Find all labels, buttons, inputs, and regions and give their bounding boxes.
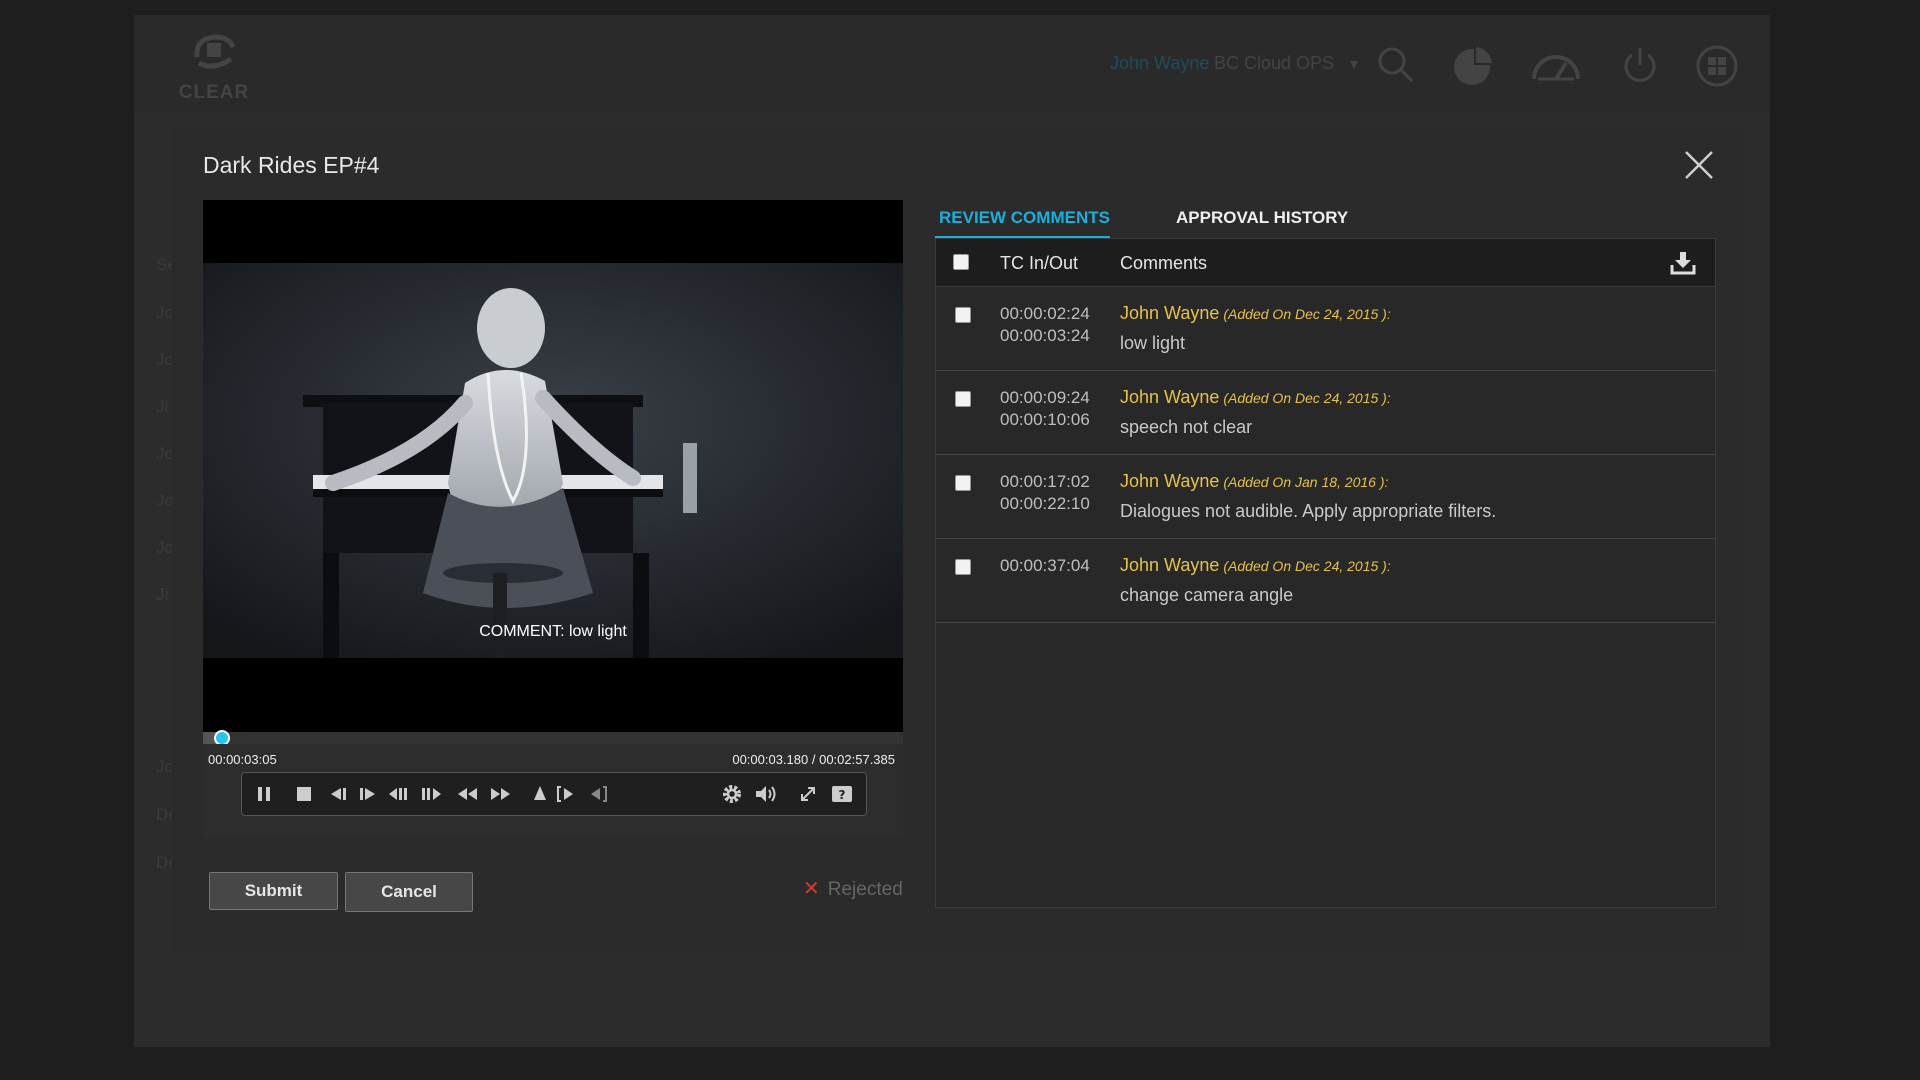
- comment-text: Dialogues not audible. Apply appropriate…: [1120, 501, 1497, 521]
- tc-out: 00:00:10:06: [1000, 410, 1090, 429]
- select-all-checkbox[interactable]: [953, 254, 969, 270]
- player-controls-area: 00:00:03:05 00:00:03.180 / 00:02:57.385: [203, 744, 903, 837]
- submit-button[interactable]: Submit: [209, 872, 338, 910]
- comment-header: John Wayne (Added On Dec 24, 2015 ):: [1120, 303, 1391, 324]
- search-icon[interactable]: [1376, 45, 1420, 89]
- org-selector[interactable]: BC Cloud OPS ▼: [1214, 53, 1361, 74]
- comment-row: 00:00:09:24 00:00:10:06 John Wayne (Added …: [936, 371, 1715, 455]
- volume-icon[interactable]: [752, 781, 780, 807]
- bg-row: Ji: [156, 585, 169, 604]
- apps-grid-icon[interactable]: [1696, 45, 1740, 89]
- comment-author: John Wayne: [1120, 303, 1220, 323]
- bg-row: Ji: [156, 397, 169, 416]
- dashboard-gauge-icon[interactable]: [1530, 45, 1582, 89]
- position-total: 00:00:03.180 / 00:02:57.385: [732, 752, 895, 767]
- review-modal: Dark Rides EP#4 COMMENT: low light 00:00…: [172, 128, 1743, 953]
- status-label: Rejected: [827, 879, 903, 900]
- org-name: BC Cloud OPS: [1214, 53, 1335, 73]
- power-icon[interactable]: [1620, 45, 1664, 89]
- current-timecode: 00:00:03:05: [208, 752, 277, 767]
- timecode: 00:00:37:04: [1000, 555, 1090, 577]
- step-forward-icon[interactable]: [354, 781, 382, 807]
- fullscreen-icon[interactable]: [794, 781, 822, 807]
- rewind-icon[interactable]: [454, 781, 482, 807]
- video-frame[interactable]: [203, 263, 903, 658]
- comment-row: 00:00:02:24 00:00:03:24 John Wayne (Added …: [936, 287, 1715, 371]
- tab-review-comments[interactable]: REVIEW COMMENTS: [935, 198, 1110, 240]
- tc-in: 00:00:17:02: [1000, 472, 1090, 491]
- fast-forward-icon[interactable]: [486, 781, 514, 807]
- comment-row: 00:00:17:02 00:00:22:10 John Wayne (Added …: [936, 455, 1715, 539]
- comments-panel: TC In/Out Comments 00:00:02:24 00:00:03:2…: [935, 238, 1716, 908]
- comment-date: (Added On Dec 24, 2015 ):: [1223, 558, 1391, 574]
- user-name-link[interactable]: John Wayne: [1110, 53, 1209, 74]
- row-checkbox[interactable]: [955, 559, 971, 575]
- comment-date: (Added On Jan 18, 2016 ):: [1223, 474, 1389, 490]
- col-comments: Comments: [1120, 253, 1208, 273]
- step-back-icon[interactable]: [324, 781, 352, 807]
- frame-forward-icon[interactable]: [418, 781, 446, 807]
- col-tc-in-out: TC In/Out: [1000, 253, 1079, 273]
- comment-date: (Added On Dec 24, 2015 ):: [1223, 306, 1391, 322]
- download-icon[interactable]: [1670, 251, 1696, 275]
- svg-text:?: ?: [839, 788, 846, 802]
- app-header: CLEAR John Wayne BC Cloud OPS ▼: [134, 15, 1770, 111]
- comment-text: low light: [1120, 333, 1186, 353]
- logo-text: CLEAR: [178, 82, 250, 103]
- timecode: 00:00:02:24 00:00:03:24: [1000, 303, 1090, 347]
- mark-out-icon[interactable]: [584, 781, 612, 807]
- tc-in: 00:00:02:24: [1000, 304, 1090, 323]
- tc-in: 00:00:37:04: [1000, 556, 1090, 575]
- row-checkbox[interactable]: [955, 391, 971, 407]
- pause-icon[interactable]: [250, 781, 278, 807]
- pie-chart-icon[interactable]: [1452, 45, 1496, 89]
- tab-bar: REVIEW COMMENTS APPROVAL HISTORY: [935, 198, 1715, 240]
- tc-out: 00:00:22:10: [1000, 494, 1090, 513]
- table-header: TC In/Out Comments: [936, 239, 1715, 287]
- tc-in: 00:00:09:24: [1000, 388, 1090, 407]
- comment-header: John Wayne (Added On Dec 24, 2015 ):: [1120, 387, 1391, 408]
- comment-text: speech not clear: [1120, 417, 1253, 437]
- seek-bar[interactable]: [203, 730, 903, 746]
- approval-status: ✕ Rejected: [803, 876, 903, 901]
- tc-out: 00:00:03:24: [1000, 326, 1090, 345]
- rejected-x-icon: ✕: [803, 878, 820, 900]
- timecode: 00:00:09:24 00:00:10:06: [1000, 387, 1090, 431]
- comment-author: John Wayne: [1120, 555, 1220, 575]
- mark-in-icon[interactable]: [552, 781, 580, 807]
- comment-header: John Wayne (Added On Jan 18, 2016 ):: [1120, 471, 1388, 492]
- modal-title: Dark Rides EP#4: [203, 152, 380, 178]
- comment-date: (Added On Dec 24, 2015 ):: [1223, 390, 1391, 406]
- row-checkbox[interactable]: [955, 475, 971, 491]
- comment-subtitle: COMMENT: low light: [479, 623, 627, 640]
- comment-header: John Wayne (Added On Dec 24, 2015 ):: [1120, 555, 1391, 576]
- settings-gear-icon[interactable]: [718, 781, 746, 807]
- video-player: COMMENT: low light 00:00:03:05 00:00:03.…: [203, 200, 903, 837]
- comment-author: John Wayne: [1120, 471, 1220, 491]
- comment-text: change camera angle: [1120, 585, 1294, 605]
- stop-icon[interactable]: [290, 781, 318, 807]
- comment-row: 00:00:37:04 John Wayne (Added On Dec 24, …: [936, 539, 1715, 623]
- marker-icon[interactable]: [526, 781, 554, 807]
- control-bar: ?: [241, 772, 867, 816]
- tab-approval-history[interactable]: APPROVAL HISTORY: [1176, 198, 1348, 240]
- chevron-down-icon: ▼: [1347, 56, 1361, 72]
- timecode: 00:00:17:02 00:00:22:10: [1000, 471, 1090, 515]
- cancel-button[interactable]: Cancel: [345, 872, 473, 912]
- help-icon[interactable]: ?: [828, 781, 856, 807]
- clear-logo: CLEAR: [174, 29, 254, 103]
- row-checkbox[interactable]: [955, 307, 971, 323]
- close-icon[interactable]: [1682, 148, 1716, 182]
- frame-back-icon[interactable]: [386, 781, 414, 807]
- comment-author: John Wayne: [1120, 387, 1220, 407]
- logo-mark-icon: [174, 29, 254, 83]
